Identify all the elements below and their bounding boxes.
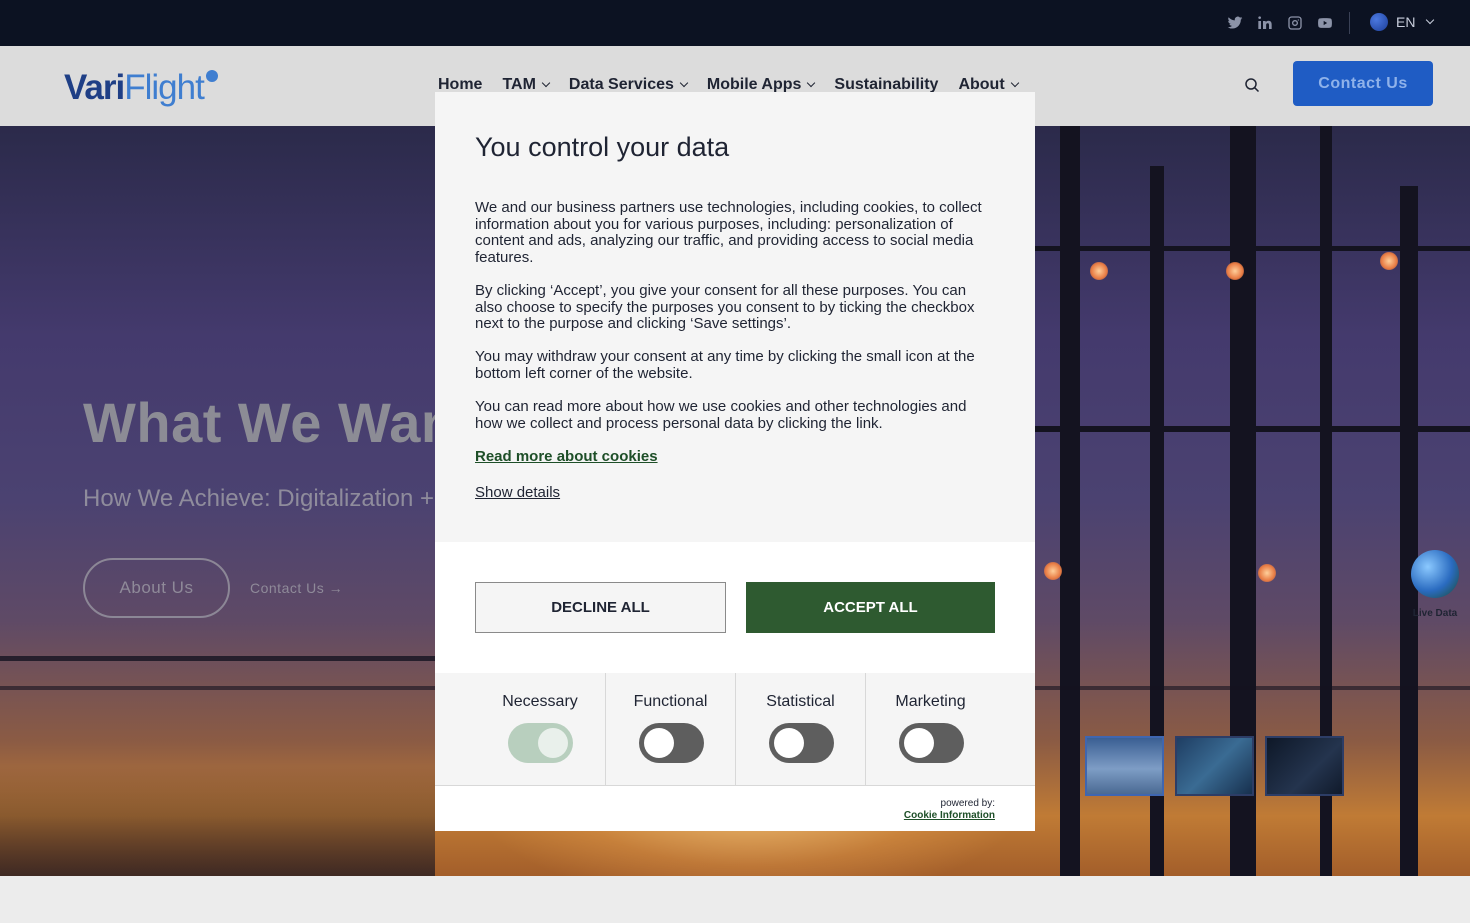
chevron-down-icon [1426, 15, 1435, 25]
functional-toggle[interactable] [638, 723, 704, 763]
logo-vari: Vari [64, 68, 125, 107]
runway-light [1090, 262, 1108, 280]
cookie-consent-dialog: You control your data We and our busines… [435, 92, 1035, 831]
runway-light [1044, 562, 1062, 580]
earth-globe-icon [1411, 550, 1459, 598]
consent-title: You control your data [475, 132, 730, 162]
necessary-toggle[interactable] [508, 723, 573, 763]
category-label: Statistical [766, 693, 835, 710]
toggle-knob [773, 728, 804, 758]
youtube-icon[interactable] [1316, 14, 1334, 32]
live-data-label: Live Data [1412, 608, 1458, 619]
globe-icon [1370, 13, 1388, 31]
consent-paragraph: By clicking ‘Accept’, you give your cons… [475, 281, 975, 333]
chevron-down-icon [541, 78, 551, 88]
pylon [1400, 186, 1418, 876]
varifight-logo[interactable]: VariFlight [64, 68, 218, 108]
linkedin-icon[interactable] [1256, 14, 1274, 32]
consent-body: We and our business partners use technol… [475, 199, 995, 449]
logo-mark-icon [205, 70, 218, 82]
category-marketing: Marketing [865, 673, 995, 785]
read-more-cookies-link[interactable]: Read more about cookies [475, 448, 658, 465]
crossbar [1035, 246, 1470, 251]
cookie-information-link[interactable]: Cookie Information [904, 810, 995, 822]
chevron-down-icon [679, 78, 689, 88]
slide-thumbnail[interactable] [1265, 736, 1344, 796]
ground-shadow [0, 766, 435, 876]
topbar-divider [1349, 12, 1350, 34]
contact-us-button[interactable]: Contact Us [1293, 61, 1433, 106]
crossbar [0, 656, 435, 661]
show-details-link[interactable]: Show details [475, 484, 560, 501]
twitter-icon[interactable] [1226, 14, 1244, 32]
crossbar [1035, 426, 1470, 432]
language-selector[interactable]: EN [1370, 13, 1435, 31]
category-label: Necessary [502, 693, 578, 710]
social-links [1214, 14, 1334, 32]
search-icon[interactable] [1244, 77, 1260, 93]
category-label: Marketing [895, 693, 966, 710]
statistical-toggle[interactable] [768, 723, 834, 763]
category-necessary: Necessary [475, 673, 605, 785]
powered-by: powered by: Cookie Information [904, 798, 995, 822]
category-statistical: Statistical [735, 673, 865, 785]
marketing-toggle[interactable] [898, 723, 964, 763]
hero-contact-link[interactable]: Contact Us → [250, 580, 343, 596]
about-us-button[interactable]: About Us [83, 558, 230, 618]
runway-light [1226, 262, 1244, 280]
runway-light [1258, 564, 1276, 582]
category-functional: Functional [605, 673, 735, 785]
consent-paragraph: You can read more about how we use cooki… [475, 398, 967, 432]
consent-buttons: DECLINE ALL ACCEPT ALL [435, 542, 1035, 673]
toggle-knob [903, 728, 934, 758]
slide-thumbnail[interactable] [1085, 736, 1164, 796]
consent-footer: powered by: Cookie Information [435, 785, 1035, 831]
toggle-knob [538, 728, 568, 758]
decline-all-button[interactable]: DECLINE ALL [475, 582, 726, 633]
powered-by-label: powered by: [940, 798, 995, 809]
top-bar: EN [0, 0, 1470, 46]
chevron-down-icon [1010, 78, 1019, 88]
hero-title: What We Wan [83, 391, 456, 454]
accept-all-button[interactable]: ACCEPT ALL [746, 582, 995, 633]
category-label: Functional [633, 693, 708, 710]
runway-light [1380, 252, 1398, 270]
slide-thumbnail[interactable] [1175, 736, 1254, 796]
pylon [1060, 126, 1080, 876]
consent-paragraph: You may withdraw your consent at any tim… [475, 348, 975, 382]
language-label: EN [1396, 14, 1416, 30]
consent-paragraph: We and our business partners use technol… [475, 199, 982, 266]
hero-subtitle: How We Achieve: Digitalization + [83, 485, 435, 512]
chevron-down-icon [807, 78, 816, 88]
instagram-icon[interactable] [1286, 14, 1304, 32]
toggle-knob [643, 728, 674, 758]
live-data-widget[interactable]: Live Data [1410, 550, 1460, 619]
logo-flight: Flight [124, 68, 205, 107]
consent-categories: Necessary Functional Statistical Marketi… [435, 673, 1035, 785]
